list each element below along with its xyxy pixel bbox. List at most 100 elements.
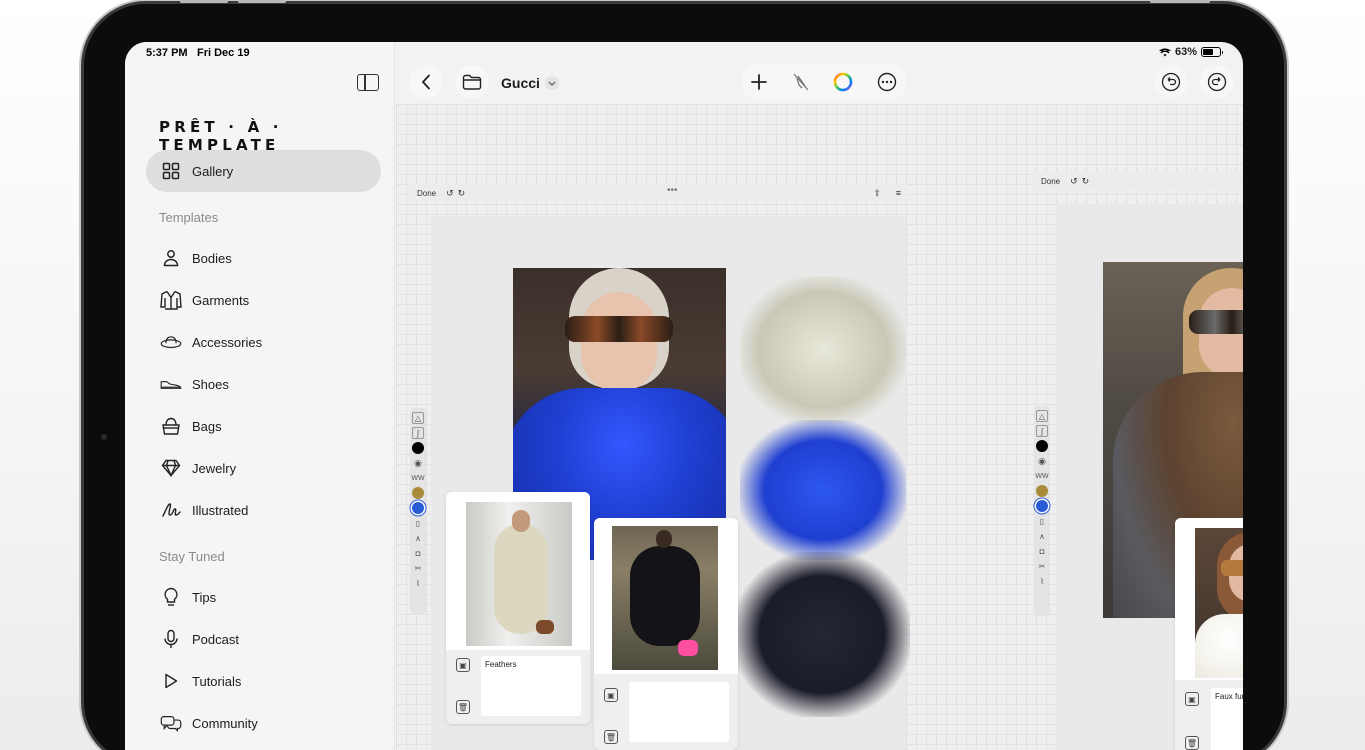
top-button <box>1150 0 1210 3</box>
reference-card-black-feathers[interactable]: ● ● ● ● ● ▣ 🗑 <box>594 518 738 750</box>
camera-icon[interactable]: ◘ <box>412 547 424 559</box>
image-icon[interactable]: ▣ <box>1185 692 1199 706</box>
pen-icon[interactable]: △ <box>412 412 424 424</box>
done-button[interactable]: Done <box>417 189 436 198</box>
more-icon[interactable]: ••• <box>667 185 678 196</box>
scribble-icon <box>160 499 182 521</box>
back-button[interactable] <box>409 65 443 99</box>
camera-icon <box>101 434 107 440</box>
folder-button[interactable] <box>455 65 489 99</box>
eye-icon[interactable]: ◉ <box>412 457 424 469</box>
reference-card-faux-furs[interactable]: ● ● ● ● ● ▣ Faux furs. 🗑 <box>1175 518 1243 750</box>
undo-icon[interactable]: ↺ <box>446 188 454 199</box>
eraser-icon[interactable]: ▯ <box>412 517 424 529</box>
volume-button <box>180 0 228 3</box>
sidebar-toggle-icon[interactable] <box>357 74 379 91</box>
document-title[interactable]: Gucci <box>501 75 540 91</box>
color-picker-button[interactable] <box>826 65 860 99</box>
black-fur-swatch[interactable] <box>734 552 910 717</box>
share-icon[interactable]: ⇪ <box>873 188 881 199</box>
more-button[interactable] <box>870 65 904 99</box>
trash-icon[interactable]: 🗑 <box>604 730 618 744</box>
battery-fill <box>1203 49 1214 55</box>
section-templates: Templates <box>159 210 219 225</box>
color-gold-swatch[interactable] <box>1036 485 1048 497</box>
undo-icon[interactable]: ↺ <box>1070 176 1078 187</box>
color-black-swatch[interactable] <box>1036 440 1048 452</box>
microphone-icon <box>160 628 182 650</box>
undo-button[interactable] <box>1154 65 1188 99</box>
eye-icon[interactable]: ◉ <box>1036 455 1048 467</box>
chevron-left-icon <box>421 74 430 90</box>
pattern-icon[interactable]: WW <box>411 472 424 484</box>
sidebar-item-label: Garments <box>192 292 250 308</box>
battery-icon <box>1201 47 1223 57</box>
status-right: 63% <box>1158 46 1223 58</box>
runway-photo-white-fur <box>1195 528 1243 678</box>
sidebar-item-gallery[interactable]: Gallery <box>146 150 381 192</box>
brand-logo: PRÊT · À · TEMPLATE <box>159 118 283 154</box>
status-date: Fri Dec 19 <box>197 47 250 59</box>
trash-icon[interactable]: 🗑 <box>1185 736 1199 750</box>
sidebar-item-illustrated[interactable]: Illustrated <box>146 489 381 531</box>
image-icon[interactable]: ▣ <box>456 658 470 672</box>
status-time: 5:37 PM <box>146 47 188 59</box>
title-menu-button[interactable] <box>545 76 559 90</box>
brush-icon[interactable]: ∫ <box>1036 425 1048 437</box>
sidebar-item-accessories[interactable]: Accessories <box>146 321 381 363</box>
sidebar-item-tips[interactable]: Tips <box>146 576 381 618</box>
redo-button[interactable] <box>1200 65 1234 99</box>
redo-icon[interactable]: ↻ <box>1082 176 1090 187</box>
lightbulb-icon <box>160 586 182 608</box>
lasso-icon[interactable]: ∧ <box>1036 530 1048 542</box>
plus-icon <box>751 74 767 90</box>
white-fur-coat <box>1195 614 1243 678</box>
color-blue-swatch[interactable] <box>1036 500 1048 512</box>
color-blue-swatch[interactable] <box>412 502 424 514</box>
add-button[interactable] <box>742 65 776 99</box>
brush-icon[interactable]: ∫ <box>412 427 424 439</box>
pattern-icon[interactable]: WW <box>1035 470 1048 482</box>
pencil-off-button[interactable] <box>784 65 818 99</box>
eraser-icon[interactable]: ▯ <box>1036 515 1048 527</box>
trash-icon[interactable]: 🗑 <box>456 700 470 714</box>
sidebar-item-tutorials[interactable]: Tutorials <box>146 660 381 702</box>
sliders-icon[interactable]: ≡ <box>896 188 901 198</box>
head <box>656 530 672 548</box>
sidebar-item-label: Bags <box>192 418 222 434</box>
hat-icon <box>160 331 182 353</box>
color-gold-swatch[interactable] <box>412 487 424 499</box>
sidebar-item-label: Gallery <box>192 163 234 179</box>
camera-icon[interactable]: ◘ <box>1036 545 1048 557</box>
color-black-swatch[interactable] <box>412 442 424 454</box>
redo-icon[interactable]: ↻ <box>458 188 466 199</box>
image-icon[interactable]: ▣ <box>604 688 618 702</box>
sidebar-item-label: Jewelry <box>192 460 237 476</box>
sidebar-item-bodies[interactable]: Bodies <box>146 237 381 279</box>
lasso-icon[interactable]: ∧ <box>412 532 424 544</box>
card-note[interactable]: Feathers <box>481 656 581 716</box>
blue-fur-swatch[interactable] <box>740 420 906 560</box>
sidebar-item-podcast[interactable]: Podcast <box>146 618 381 660</box>
sidebar-item-community[interactable]: Community <box>146 702 381 744</box>
sidebar-item-jewelry[interactable]: Jewelry <box>146 447 381 489</box>
card-note[interactable] <box>629 682 729 742</box>
canvas[interactable]: Done ↺ ↻ ••• ⇪ ≡ △ ∫ ◉ WW ▯ ∧ ◘ ✂ ⌇ ▣ Fe… <box>396 104 1243 750</box>
eyedropper-icon[interactable]: ⌇ <box>1036 575 1048 587</box>
sidebar-item-label: Tutorials <box>192 673 242 689</box>
scissors-icon[interactable]: ✂ <box>1036 560 1048 572</box>
eyedropper-icon[interactable]: ⌇ <box>412 577 424 589</box>
page-left-toolbar: Done ↺ ↻ ••• ⇪ ≡ <box>409 184 907 202</box>
scissors-icon[interactable]: ✂ <box>412 562 424 574</box>
reference-card-feathers[interactable]: ● ● ● ● ● ▣ Feathers 🗑 <box>446 492 590 724</box>
sidebar-item-shoes[interactable]: Shoes <box>146 363 381 405</box>
sidebar-item-bags[interactable]: Bags <box>146 405 381 447</box>
sunglasses <box>1189 310 1243 334</box>
runway-photo-cream-coat <box>466 502 572 646</box>
done-button[interactable]: Done <box>1041 177 1060 186</box>
cream-coat <box>494 524 548 634</box>
card-note[interactable]: Faux furs. <box>1211 688 1243 750</box>
cream-fur-swatch[interactable] <box>740 276 906 424</box>
pen-icon[interactable]: △ <box>1036 410 1048 422</box>
sidebar-item-garments[interactable]: Garments <box>146 279 381 321</box>
